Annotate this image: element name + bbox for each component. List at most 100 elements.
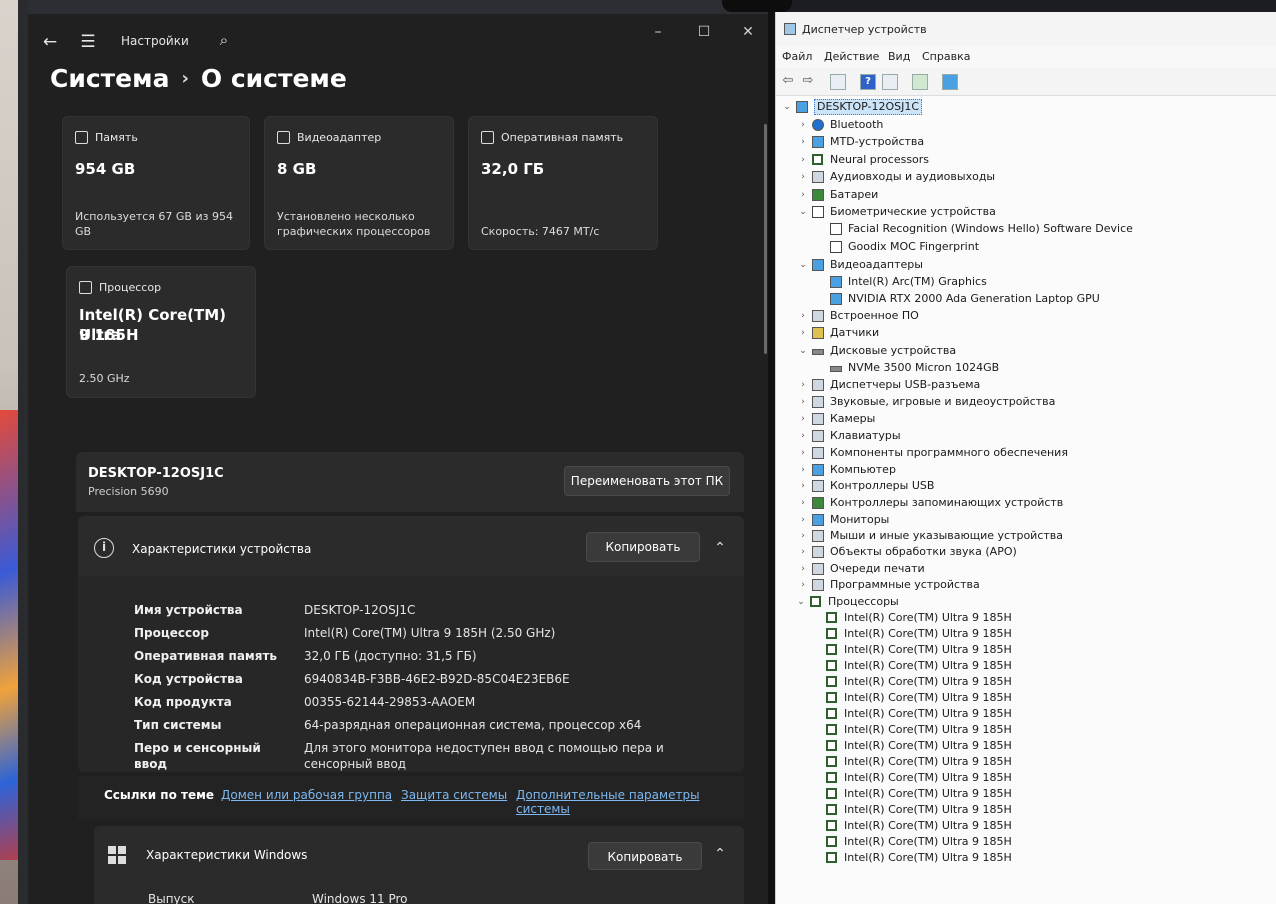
- ram-speed: Скорость: 7467 МТ/с: [481, 225, 600, 238]
- gpu-value: 8 GB: [277, 160, 317, 178]
- device-name: DESKTOP-12OSJ1C: [88, 466, 224, 481]
- usb-connector-icon: [812, 379, 824, 391]
- maximize-button[interactable]: ☐: [692, 22, 716, 42]
- forward-arrow-icon[interactable]: ⇨: [800, 74, 816, 90]
- edition-key: Выпуск: [148, 892, 195, 904]
- tree-device-label: Intel(R) Core(TM) Ultra 9 185H: [844, 755, 1012, 768]
- gpu-card[interactable]: Видеоадаптер 8 GB Установлено несколько …: [264, 116, 454, 250]
- help-icon[interactable]: ?: [860, 74, 876, 90]
- copy-windows-specs-button[interactable]: Копировать: [588, 842, 702, 870]
- minimize-button[interactable]: –: [646, 22, 670, 42]
- scan-hardware-icon[interactable]: [942, 74, 958, 90]
- cpu-value-line2: 9 185H: [79, 326, 139, 344]
- chevron-right-icon[interactable]: ›: [798, 309, 808, 323]
- breadcrumb-parent[interactable]: Система: [50, 64, 169, 93]
- chevron-right-icon[interactable]: ›: [798, 578, 808, 592]
- chevron-down-icon[interactable]: ⌄: [798, 258, 808, 272]
- chevron-right-icon[interactable]: ›: [798, 446, 808, 460]
- keyboard-icon: [812, 430, 824, 442]
- storage-card[interactable]: Память 954 GB Используется 67 GB из 954 …: [62, 116, 250, 250]
- chevron-right-icon[interactable]: ›: [798, 118, 808, 132]
- edition-value: Windows 11 Pro: [312, 892, 408, 904]
- storage-usage: Используется 67 GB из 954 GB: [75, 210, 233, 238]
- menu-file[interactable]: Файл: [782, 50, 812, 63]
- chevron-right-icon[interactable]: ›: [798, 479, 808, 493]
- rename-pc-button[interactable]: Переименовать этот ПК: [564, 466, 730, 496]
- close-button[interactable]: ✕: [736, 22, 760, 42]
- chevron-right-icon[interactable]: ›: [798, 170, 808, 184]
- chevron-right-icon[interactable]: ›: [798, 562, 808, 576]
- tree-device-label: Intel(R) Core(TM) Ultra 9 185H: [844, 835, 1012, 848]
- tree-device-label: Intel(R) Core(TM) Ultra 9 185H: [844, 627, 1012, 640]
- back-arrow-icon[interactable]: ←: [40, 32, 60, 52]
- scrollbar[interactable]: [764, 124, 767, 354]
- chevron-right-icon[interactable]: ›: [798, 188, 808, 202]
- spec-row: Перо и сенсорный ввод Для этого монитора…: [134, 740, 734, 774]
- chevron-down-icon[interactable]: ⌄: [798, 205, 808, 219]
- device-manager-icon: [784, 23, 796, 35]
- tree-device-label: Intel(R) Core(TM) Ultra 9 185H: [844, 787, 1012, 800]
- gpu-sub-line1: Установлено несколько: [277, 210, 415, 223]
- chevron-right-icon[interactable]: ›: [798, 529, 808, 543]
- processor-icon: [826, 788, 837, 799]
- chevron-right-icon[interactable]: ›: [798, 378, 808, 392]
- software-component-icon: [812, 447, 824, 459]
- tree-device-label: Intel(R) Core(TM) Ultra 9 185H: [844, 691, 1012, 704]
- link-system-protection[interactable]: Защита системы: [401, 788, 507, 802]
- search-icon[interactable]: ⌕: [214, 30, 234, 50]
- ram-card[interactable]: Оперативная память 32,0 ГБ Скорость: 746…: [468, 116, 658, 250]
- devmgr-title: Диспетчер устройств: [802, 23, 927, 36]
- processor-icon: [826, 628, 837, 639]
- device-specs-title: Характеристики устройства: [132, 542, 312, 556]
- link-domain-workgroup[interactable]: Домен или рабочая группа: [221, 788, 392, 802]
- software-device-icon: [812, 579, 824, 591]
- chevron-down-icon[interactable]: ⌄: [796, 595, 806, 609]
- spec-value-line2: сенсорный ввод: [304, 757, 407, 771]
- devmgr-titlebar: Диспетчер устройств: [776, 12, 1276, 46]
- chevron-right-icon[interactable]: ›: [798, 395, 808, 409]
- view-icon[interactable]: [882, 74, 898, 90]
- menu-action[interactable]: Действие: [824, 50, 879, 63]
- spec-key: Оперативная память: [134, 649, 277, 663]
- processor-icon: [826, 820, 837, 831]
- device-manager-window: Диспетчер устройств Файл Действие Вид Сп…: [775, 12, 1276, 904]
- cpu-card[interactable]: Процессор Intel(R) Core(TM) Ultra 9 185H…: [66, 266, 256, 398]
- copy-specs-button[interactable]: Копировать: [586, 532, 700, 562]
- processor-icon: [826, 644, 837, 655]
- tree-category-label: Камеры: [830, 412, 876, 425]
- hamburger-menu-icon[interactable]: ☰: [78, 32, 98, 52]
- menu-help[interactable]: Справка: [922, 50, 970, 63]
- spec-key: Перо и сенсорный ввод: [134, 741, 261, 771]
- chevron-right-icon[interactable]: ›: [798, 412, 808, 426]
- display-adapter-icon: [830, 293, 842, 305]
- chevron-up-icon[interactable]: ⌃: [708, 538, 732, 558]
- chevron-up-icon[interactable]: ⌃: [708, 844, 732, 864]
- tree-category-label: Компоненты программного обеспечения: [830, 446, 1068, 459]
- tree-device-label: Intel(R) Core(TM) Ultra 9 185H: [844, 659, 1012, 672]
- back-arrow-icon[interactable]: ⇦: [780, 74, 796, 90]
- processor-icon: [826, 724, 837, 735]
- device-specs-header[interactable]: i Характеристики устройства Копировать ⌃: [78, 516, 744, 576]
- properties-icon[interactable]: [830, 74, 846, 90]
- tree-category-label: Батареи: [830, 188, 879, 201]
- chevron-down-icon[interactable]: ⌄: [798, 344, 808, 358]
- storage-icon: [75, 131, 88, 144]
- sensor-icon: [812, 327, 824, 339]
- related-links-label: Ссылки по теме: [104, 788, 215, 802]
- menu-view[interactable]: Вид: [888, 50, 910, 63]
- spec-key: Код продукта: [134, 695, 232, 709]
- chevron-right-icon[interactable]: ›: [798, 326, 808, 340]
- chevron-right-icon[interactable]: ›: [798, 135, 808, 149]
- chevron-right-icon[interactable]: ›: [798, 153, 808, 167]
- chevron-right-icon[interactable]: ›: [798, 545, 808, 559]
- chevron-right-icon[interactable]: ›: [798, 429, 808, 443]
- link-advanced-system-settings[interactable]: Дополнительные параметры системы: [516, 788, 744, 816]
- disk-drive-icon: [812, 349, 824, 355]
- update-driver-icon[interactable]: [912, 74, 928, 90]
- tree-category-label: Аудиовходы и аудиовыходы: [830, 170, 996, 183]
- chevron-right-icon[interactable]: ›: [798, 463, 808, 477]
- chevron-down-icon[interactable]: ⌄: [782, 100, 792, 114]
- chevron-right-icon[interactable]: ›: [798, 496, 808, 510]
- tree-category-label: Контроллеры запоминающих устройств: [830, 496, 1064, 509]
- chevron-right-icon[interactable]: ›: [798, 513, 808, 527]
